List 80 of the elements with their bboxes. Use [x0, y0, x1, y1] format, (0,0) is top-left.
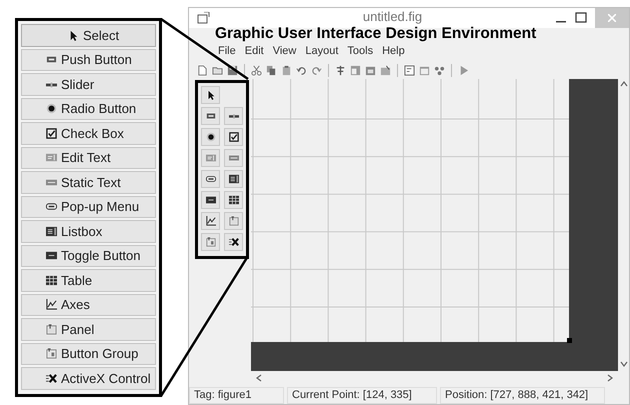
component-button[interactable]: Pop-up Menu: [21, 196, 156, 218]
push-button-icon: [206, 111, 216, 121]
maximize-icon[interactable]: [575, 12, 587, 24]
toggle-button-icon: [46, 250, 57, 262]
checkbox-icon: [228, 132, 238, 142]
redo-icon[interactable]: [311, 64, 322, 76]
palette-tool-button[interactable]: [224, 170, 243, 188]
activex-icon: [46, 372, 57, 384]
component-button[interactable]: Radio Button: [21, 98, 156, 120]
palette-tool-button[interactable]: [224, 233, 243, 251]
listbox-icon: [228, 174, 238, 184]
line-chart-icon: [46, 299, 57, 310]
menu-item[interactable]: View: [272, 42, 296, 60]
component-button[interactable]: Edit Text: [21, 146, 156, 169]
static-text-icon: [228, 153, 238, 163]
popup-menu-icon: [46, 201, 57, 212]
scroll-right-icon[interactable]: [607, 374, 613, 382]
component-button[interactable]: Table: [21, 269, 156, 292]
status-current-point: Current Point: [124, 335]: [287, 387, 437, 404]
listbox-icon: [46, 226, 57, 237]
panel-icon: [46, 324, 57, 335]
activex-icon: [228, 237, 238, 247]
component-button[interactable]: Listbox: [21, 220, 156, 242]
menu-item[interactable]: Help: [382, 42, 405, 60]
arrow-pointer-icon: [68, 30, 79, 41]
line-chart-icon: [206, 216, 216, 226]
annotation-caption: Graphic User Interface Design Environment: [215, 25, 536, 42]
status-tag: Tag: figure1: [189, 387, 284, 404]
scissors-icon[interactable]: [251, 64, 262, 76]
component-button[interactable]: ActiveX Control: [21, 367, 156, 390]
window-title: untitled.fig: [362, 10, 422, 24]
edit-text-icon: [206, 153, 216, 163]
menu-item[interactable]: File: [218, 42, 236, 60]
align-icon[interactable]: [335, 64, 346, 76]
menu-item[interactable]: Edit: [244, 42, 264, 60]
component-button[interactable]: Push Button: [21, 48, 156, 71]
popup-menu-icon: [206, 174, 216, 184]
table-icon: [46, 274, 57, 286]
scroll-down-icon[interactable]: [620, 361, 628, 367]
button-group-icon: [46, 348, 57, 360]
component-button[interactable]: Static Text: [21, 171, 156, 194]
button-group-icon: [206, 237, 216, 247]
palette-tool-button[interactable]: [201, 191, 220, 209]
paste-icon[interactable]: [281, 64, 292, 76]
component-button[interactable]: Panel: [21, 318, 156, 340]
component-button[interactable]: Axes: [21, 294, 156, 316]
status-position: Position: [727, 888, 421, 342]: [440, 387, 605, 404]
palette-tool-button[interactable]: [224, 128, 243, 146]
close-icon: [608, 14, 616, 22]
edit-text-icon: [46, 152, 57, 164]
radio-button-icon: [46, 103, 57, 114]
copy-icon[interactable]: [266, 64, 277, 76]
table-icon: [228, 195, 238, 205]
radio-button-icon: [206, 132, 216, 142]
component-button[interactable]: Button Group: [21, 342, 156, 365]
folder-icon[interactable]: [212, 64, 223, 76]
component-button[interactable]: Toggle Button: [21, 244, 156, 267]
scroll-up-icon[interactable]: [620, 81, 628, 87]
scroll-left-icon[interactable]: [256, 374, 262, 382]
menu-item[interactable]: Layout: [305, 42, 338, 60]
figure-window-icon: [197, 12, 210, 24]
panel-icon: [228, 216, 238, 226]
palette-tool-button[interactable]: [201, 128, 220, 146]
push-button-icon: [46, 54, 57, 66]
menu-item[interactable]: Tools: [347, 42, 374, 60]
component-button[interactable]: Check Box: [21, 122, 156, 144]
palette-tool-button[interactable]: [201, 170, 220, 188]
resize-handle[interactable]: [567, 338, 572, 343]
palette-tool-button[interactable]: [201, 86, 220, 104]
palette-tool-button[interactable]: [224, 107, 243, 125]
component-button[interactable]: Slider: [21, 73, 156, 96]
palette-tool-button[interactable]: [224, 191, 243, 209]
undo-icon[interactable]: [296, 64, 307, 76]
checkbox-icon: [46, 128, 57, 139]
arrow-pointer-icon: [206, 90, 216, 100]
toggle-button-icon: [206, 195, 216, 205]
network-icon[interactable]: [434, 64, 445, 76]
document-icon[interactable]: [197, 64, 208, 76]
palette-tool-button[interactable]: [201, 212, 220, 230]
component-button[interactable]: Select: [21, 24, 156, 46]
